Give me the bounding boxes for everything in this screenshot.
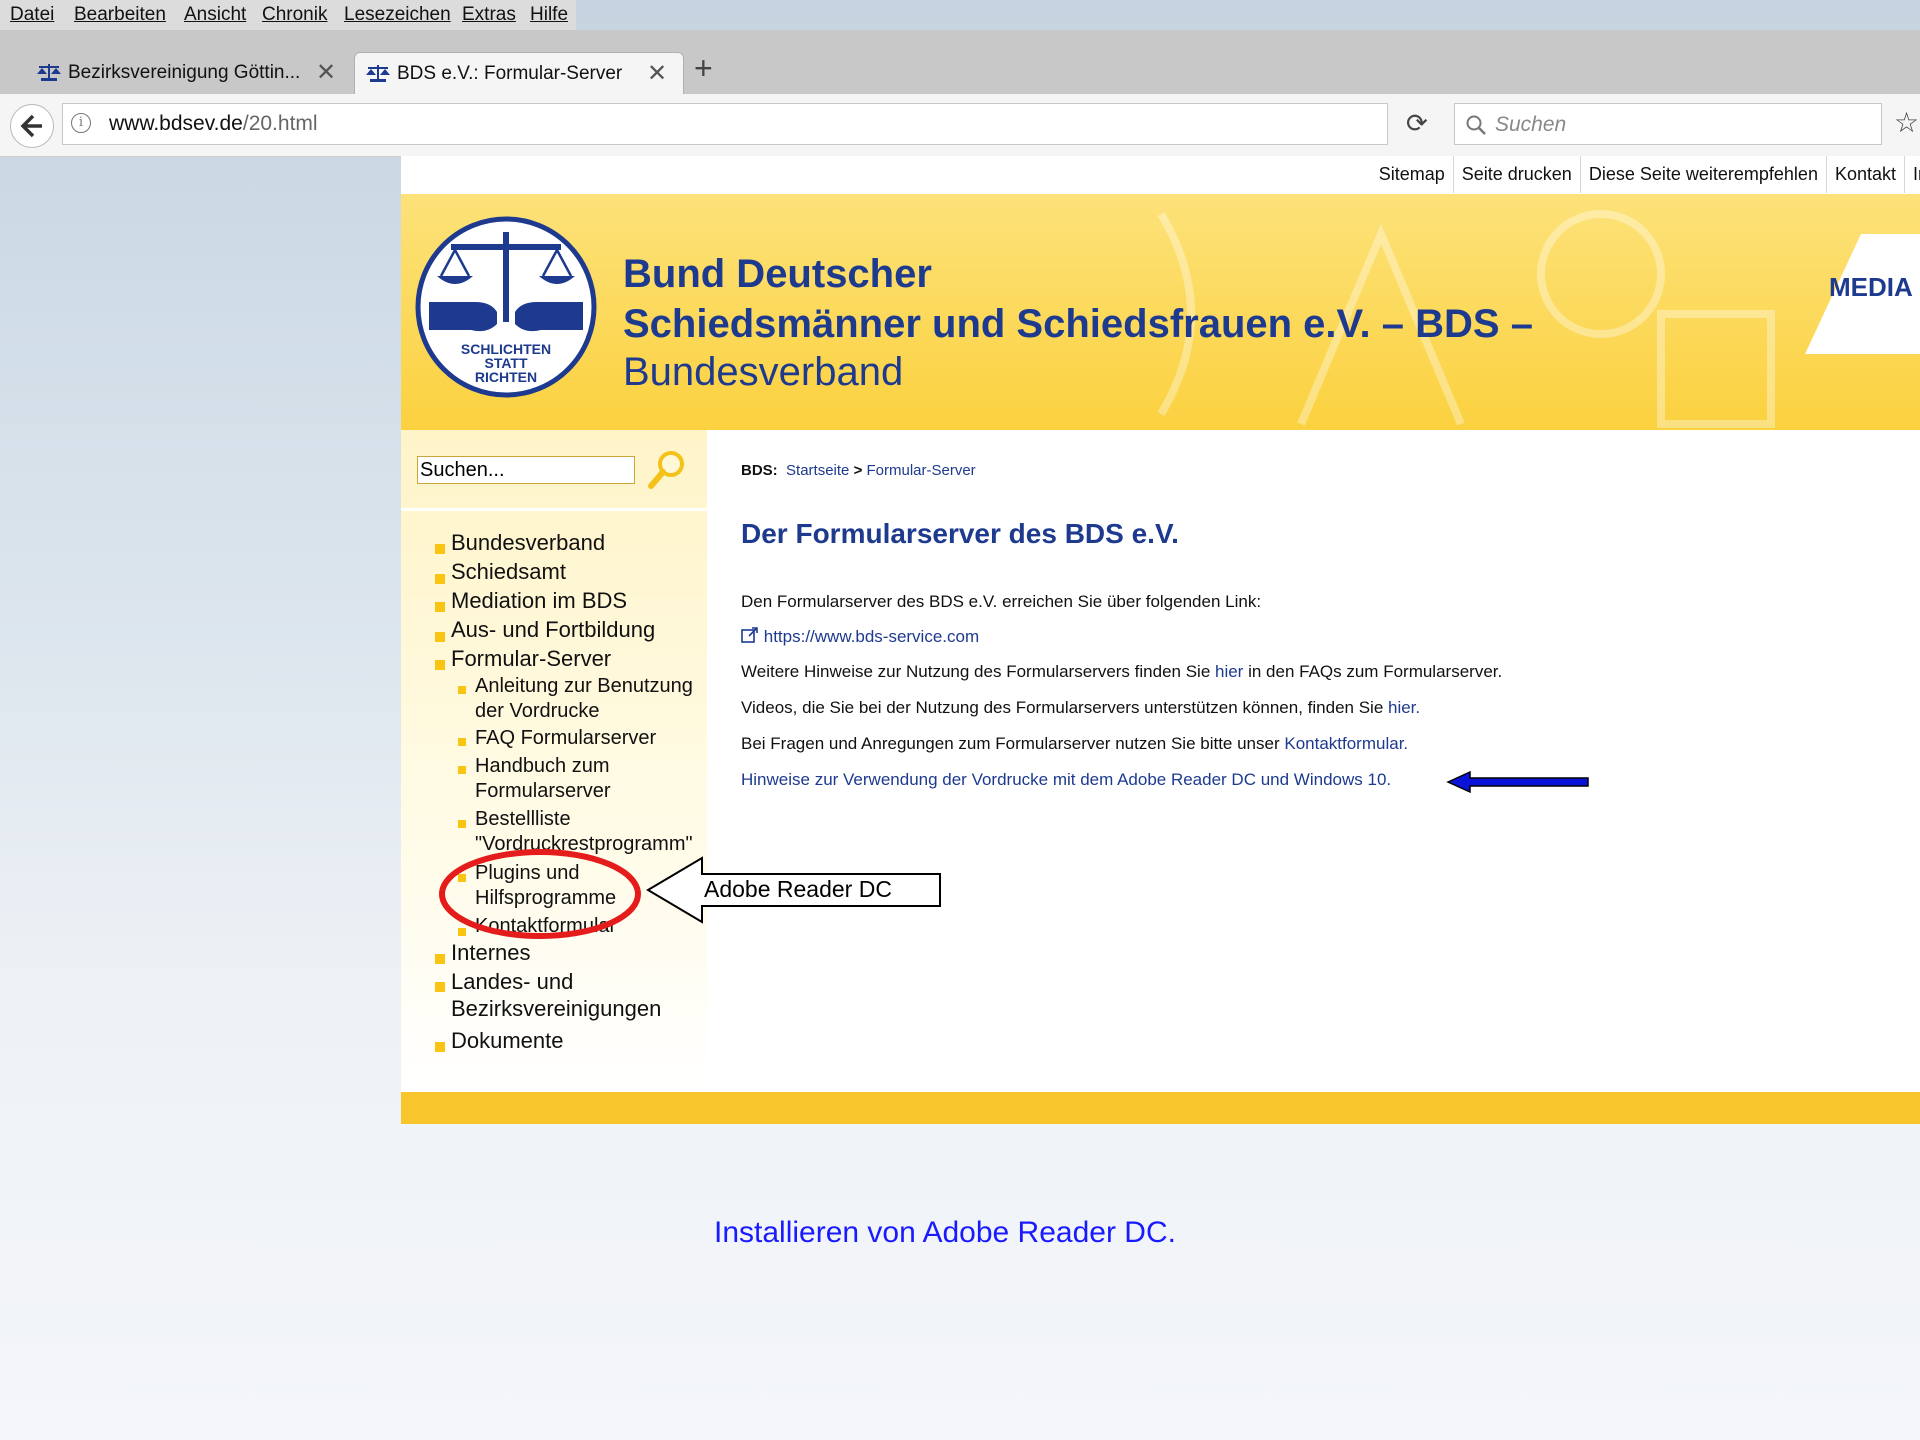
blue-arrow <box>1446 770 1589 794</box>
callout-text: Adobe Reader DC <box>704 876 892 902</box>
slide-caption: Installieren von Adobe Reader DC. <box>714 1216 1176 1249</box>
highlight-ellipse <box>439 849 641 939</box>
